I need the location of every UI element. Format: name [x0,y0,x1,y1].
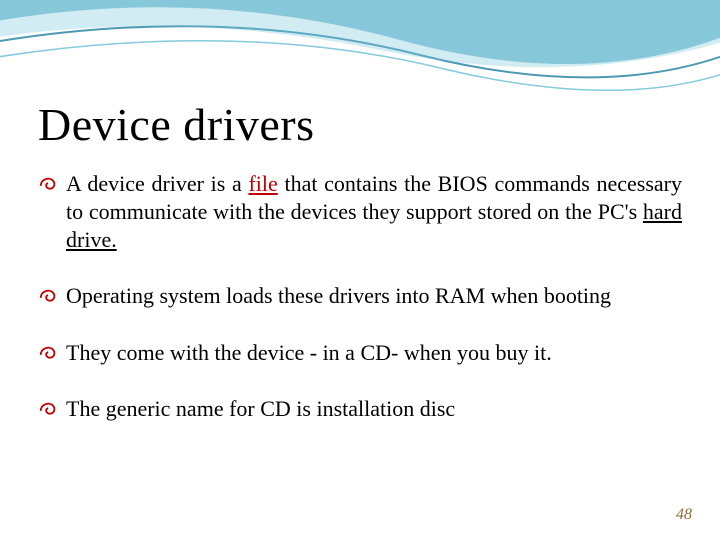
bullet-text-pre: A device driver is a [66,171,248,196]
slide-title: Device drivers [38,98,315,151]
bullet-item: They come with the device - in a CD- whe… [38,339,682,367]
bullet-item: The generic name for CD is installation … [38,395,682,423]
swirl-icon [38,398,60,420]
decorative-swoosh [0,0,720,100]
swirl-icon [38,285,60,307]
bullet-item: Operating system loads these drivers int… [38,282,682,310]
bullet-text: Operating system loads these drivers int… [66,283,611,308]
swirl-icon [38,342,60,364]
slide-content: A device driver is a file that contains … [38,170,682,451]
page-number: 48 [676,506,692,524]
bullet-item: A device driver is a file that contains … [38,170,682,254]
bullet-text: They come with the device - in a CD- whe… [66,340,552,365]
swirl-icon [38,173,60,195]
file-link-word: file [248,171,277,196]
slide: Device drivers A device driver is a file… [0,0,720,540]
bullet-text: The generic name for CD is installation … [66,396,455,421]
